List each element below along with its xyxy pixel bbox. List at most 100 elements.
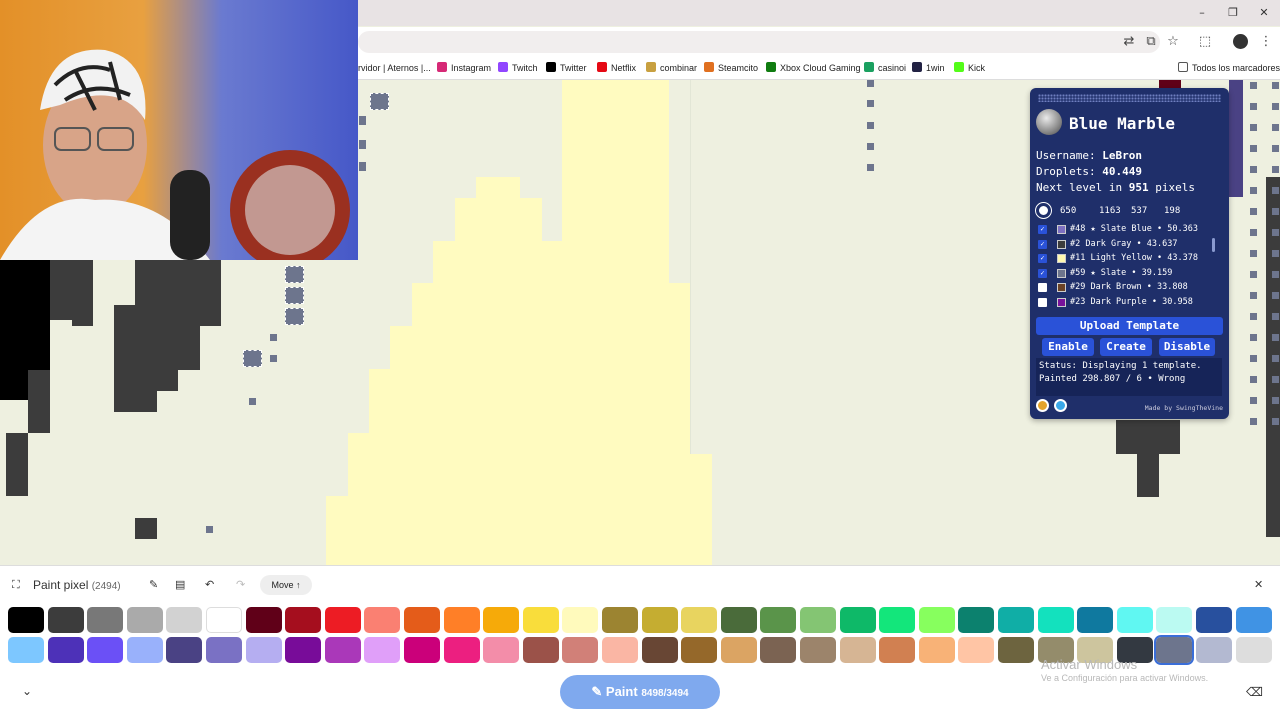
- template-color-checkbox[interactable]: ✓: [1038, 225, 1047, 234]
- disable-button[interactable]: Disable: [1159, 338, 1215, 356]
- palette-color-swatch[interactable]: [1235, 607, 1272, 633]
- palette-color-swatch[interactable]: [245, 637, 282, 663]
- palette-color-swatch[interactable]: [47, 607, 84, 633]
- template-color-row[interactable]: ✓ #11 Light Yellow • 43.378: [1036, 251, 1222, 266]
- palette-color-swatch[interactable]: [8, 607, 44, 633]
- bookmark-star-icon[interactable]: ☆: [1165, 34, 1181, 50]
- palette-color-swatch[interactable]: [839, 607, 876, 633]
- palette-color-swatch[interactable]: [285, 637, 322, 663]
- fullscreen-icon[interactable]: ⛶: [12, 577, 20, 593]
- palette-color-swatch[interactable]: [602, 637, 638, 663]
- close-window-icon[interactable]: ✕: [1254, 6, 1274, 19]
- panel-drag-handle[interactable]: [1038, 94, 1221, 102]
- move-button[interactable]: Move ↑: [260, 575, 312, 595]
- palette-color-swatch[interactable]: [324, 637, 361, 663]
- palette-color-swatch[interactable]: [720, 607, 757, 633]
- palette-color-swatch[interactable]: [958, 637, 995, 663]
- coord-pixel-y[interactable]: 198: [1164, 206, 1180, 216]
- minimize-panel-icon[interactable]: [1036, 399, 1049, 412]
- palette-color-swatch[interactable]: [641, 637, 678, 663]
- coord-tile-y[interactable]: 1163: [1099, 206, 1121, 216]
- globe-icon[interactable]: [1036, 109, 1062, 135]
- undo-icon[interactable]: ↶: [205, 577, 214, 593]
- extensions-icon[interactable]: ⬚: [1197, 34, 1213, 50]
- palette-color-swatch[interactable]: [364, 607, 401, 633]
- palette-color-swatch[interactable]: [364, 637, 401, 663]
- palette-color-swatch[interactable]: [1196, 637, 1232, 663]
- palette-color-swatch[interactable]: [1077, 607, 1114, 633]
- pin-icon[interactable]: [1036, 203, 1051, 218]
- palette-color-swatch[interactable]: [522, 607, 559, 633]
- template-color-row[interactable]: ✓ #48 ★ Slate Blue • 50.363: [1036, 222, 1222, 237]
- palette-color-swatch[interactable]: [800, 637, 836, 663]
- template-color-checkbox[interactable]: [1038, 297, 1047, 307]
- settings-panel-icon[interactable]: [1054, 399, 1067, 412]
- palette-color-swatch[interactable]: [562, 607, 599, 633]
- palette-color-swatch[interactable]: [8, 637, 44, 663]
- palette-color-swatch[interactable]: [760, 607, 797, 633]
- palette-color-swatch[interactable]: [47, 637, 84, 663]
- palette-color-swatch[interactable]: [998, 607, 1034, 633]
- palette-color-swatch[interactable]: [1116, 607, 1153, 633]
- palette-color-swatch[interactable]: [87, 607, 124, 633]
- upload-template-button[interactable]: Upload Template: [1036, 317, 1223, 335]
- palette-color-swatch[interactable]: [404, 637, 440, 663]
- translate-icon[interactable]: ⇄: [1121, 34, 1137, 50]
- redo-icon[interactable]: ↷: [236, 577, 245, 593]
- palette-color-swatch[interactable]: [562, 637, 599, 663]
- template-color-row[interactable]: ✓ #2 Dark Gray • 43.637: [1036, 237, 1222, 252]
- palette-color-swatch[interactable]: [800, 607, 836, 633]
- profile-avatar[interactable]: [1233, 34, 1248, 49]
- coord-pixel-x[interactable]: 537: [1131, 206, 1147, 216]
- bookmark-item[interactable]: casinoi: [864, 61, 906, 75]
- palette-color-swatch[interactable]: [324, 607, 361, 633]
- palette-color-swatch[interactable]: [602, 607, 638, 633]
- bookmark-item[interactable]: rvidor | Aternos |...: [358, 61, 431, 75]
- palette-color-swatch[interactable]: [483, 607, 520, 633]
- palette-color-swatch[interactable]: [1156, 607, 1193, 633]
- create-button[interactable]: Create: [1100, 338, 1152, 356]
- palette-color-swatch[interactable]: [681, 637, 718, 663]
- template-color-checkbox[interactable]: [1038, 283, 1047, 293]
- bookmark-item[interactable]: Instagram: [437, 61, 491, 75]
- palette-color-swatch[interactable]: [1196, 607, 1232, 633]
- palette-color-swatch[interactable]: [166, 607, 203, 633]
- palette-color-swatch[interactable]: [245, 607, 282, 633]
- palette-color-swatch[interactable]: [760, 637, 797, 663]
- palette-color-swatch[interactable]: [285, 607, 322, 633]
- palette-color-swatch[interactable]: [404, 607, 440, 633]
- paint-button[interactable]: ✎ Paint 8498/3494: [560, 675, 720, 709]
- palette-color-swatch[interactable]: [87, 637, 124, 663]
- eraser-icon[interactable]: ⌫: [1246, 684, 1263, 700]
- palette-color-swatch[interactable]: [879, 607, 916, 633]
- template-color-checkbox[interactable]: ✓: [1038, 254, 1047, 264]
- palette-color-swatch[interactable]: [839, 637, 876, 663]
- template-list-scrollbar[interactable]: [1212, 226, 1216, 306]
- palette-color-swatch[interactable]: [720, 637, 757, 663]
- palette-color-swatch[interactable]: [126, 607, 163, 633]
- url-field[interactable]: [358, 31, 1160, 53]
- bookmark-item[interactable]: combinar: [646, 61, 697, 75]
- bookmark-item[interactable]: 1win: [912, 61, 945, 75]
- palette-color-swatch[interactable]: [681, 607, 718, 633]
- coord-tile-x[interactable]: 650: [1060, 206, 1076, 216]
- palette-color-swatch[interactable]: [641, 607, 678, 633]
- palette-color-swatch[interactable]: [443, 607, 480, 633]
- template-color-row[interactable]: ✓ #59 ★ Slate • 39.159: [1036, 266, 1222, 281]
- restore-icon[interactable]: ❐: [1223, 6, 1243, 19]
- enable-button[interactable]: Enable: [1042, 338, 1094, 356]
- palette-color-swatch[interactable]: [206, 637, 242, 663]
- palette-color-swatch[interactable]: [998, 637, 1034, 663]
- bookmark-item[interactable]: Twitch: [498, 61, 538, 75]
- palette-color-swatch[interactable]: [1235, 637, 1272, 663]
- palette-color-swatch[interactable]: [958, 607, 995, 633]
- collapse-icon[interactable]: ⌄: [22, 683, 32, 699]
- bookmark-item[interactable]: Twitter: [546, 61, 587, 75]
- palette-color-swatch[interactable]: [206, 607, 242, 633]
- palette-color-swatch[interactable]: [126, 637, 163, 663]
- edit-icon[interactable]: ✎: [149, 577, 158, 593]
- palette-color-swatch[interactable]: [483, 637, 520, 663]
- bookmarks-folder[interactable]: Todos los marcadores: [1178, 61, 1280, 75]
- bookmark-item[interactable]: Kick: [954, 61, 985, 75]
- palette-color-swatch[interactable]: [1154, 635, 1195, 665]
